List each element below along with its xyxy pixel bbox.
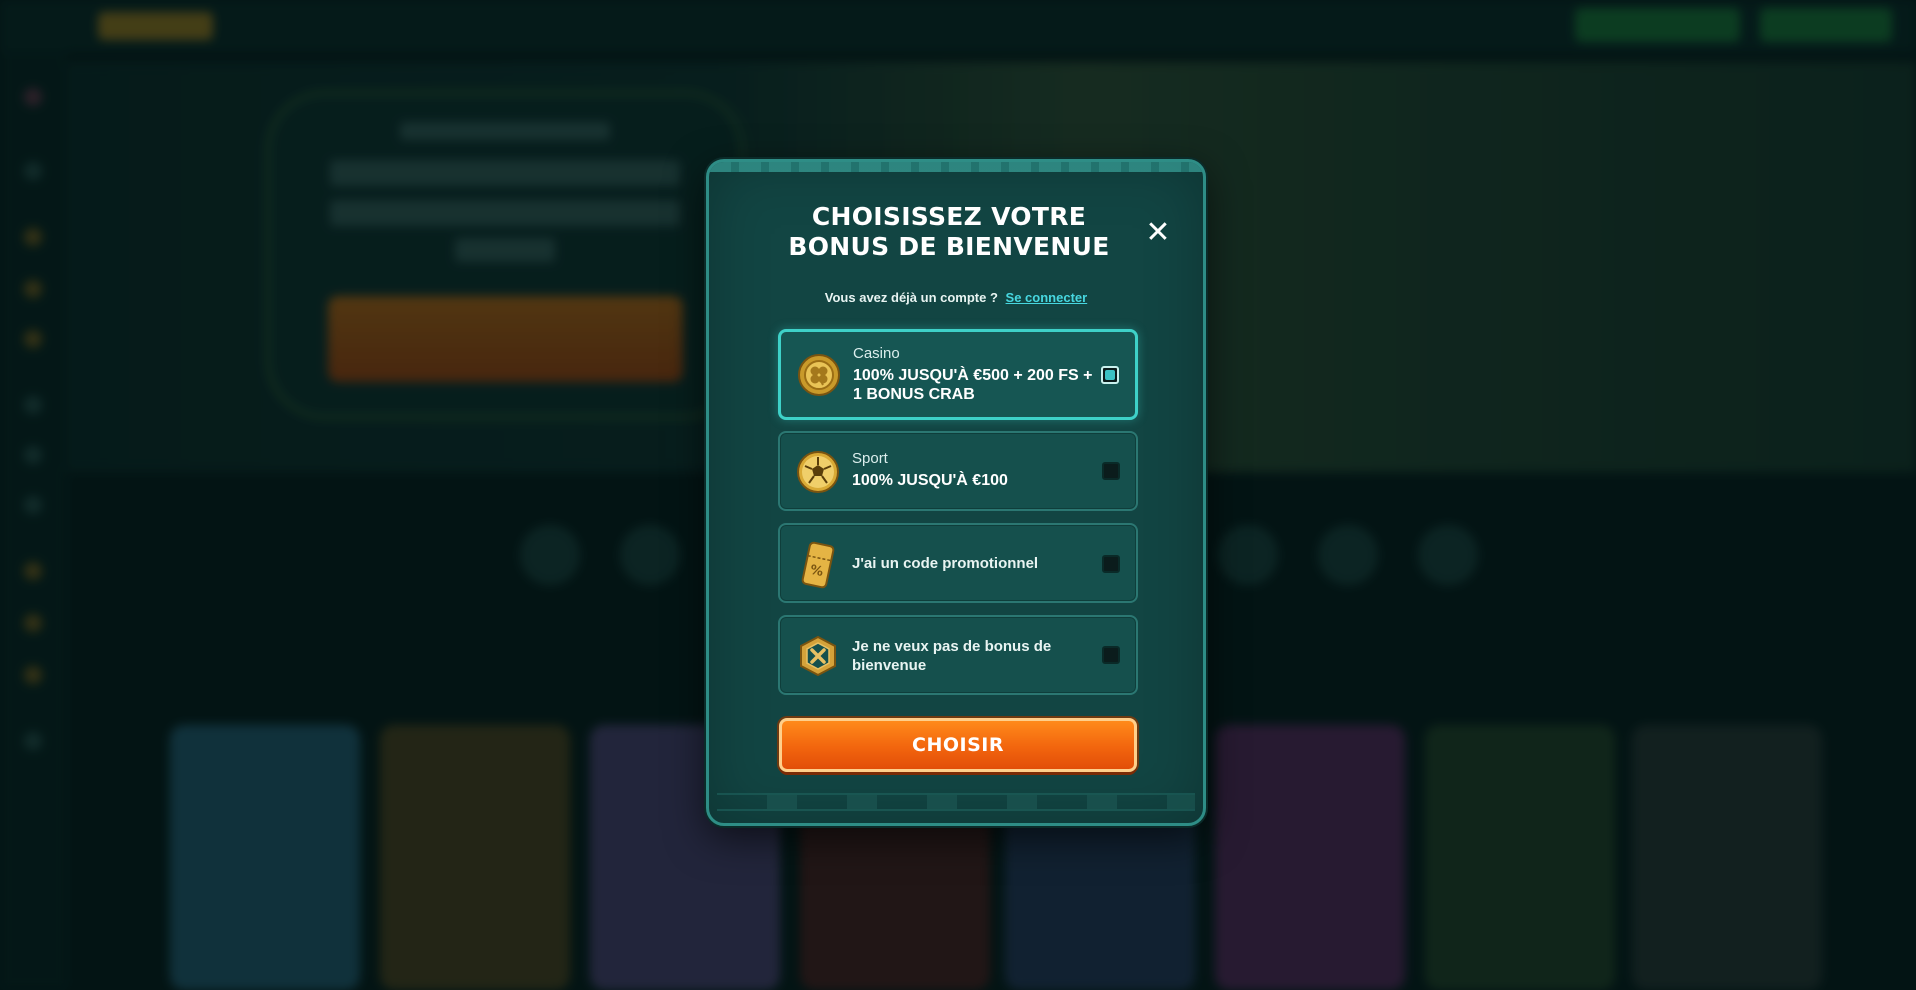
option-value: 100% JUSQU'À €100 — [852, 472, 1008, 489]
bonus-option-no-bonus-text: Je ne veux pas de bonus de bienvenue — [852, 637, 1092, 675]
option-label: J'ai un code promotionnel — [852, 555, 1039, 572]
option-category: Casino — [853, 345, 900, 362]
soccer-ball-icon — [796, 450, 840, 494]
option-checkbox[interactable] — [1101, 366, 1119, 384]
login-link[interactable]: Se connecter — [1006, 290, 1088, 305]
option-checkbox[interactable] — [1102, 646, 1120, 664]
choose-button[interactable]: CHOISIR — [779, 718, 1137, 772]
no-bonus-icon — [796, 634, 840, 678]
account-prompt: Vous avez déjà un compte ? Se connecter — [709, 290, 1203, 305]
bonus-option-casino-text: Casino 100% JUSQU'À €500 + 200 FS + 1 BO… — [853, 345, 1093, 404]
option-checkbox[interactable] — [1102, 462, 1120, 480]
option-category: Sport — [852, 450, 888, 467]
promo-ticket-icon: % — [796, 541, 840, 589]
account-prompt-text: Vous avez déjà un compte ? — [824, 290, 998, 305]
bonus-option-no-bonus[interactable]: Je ne veux pas de bonus de bienvenue — [778, 615, 1138, 695]
option-label: Je ne veux pas de bonus de bienvenue — [852, 638, 1052, 674]
bonus-option-casino[interactable]: Casino 100% JUSQU'À €500 + 200 FS + 1 BO… — [778, 329, 1138, 420]
bonus-option-promo-code[interactable]: % J'ai un code promotionnel — [778, 523, 1138, 603]
bonus-option-sport-text: Sport 100% JUSQU'À €100 — [852, 450, 1092, 490]
option-value: 100% JUSQU'À €500 + 200 FS + 1 BONUS CRA… — [853, 367, 1093, 403]
modal-title: CHOISISSEZ VOTRE BONUS DE BIENVENUE — [788, 202, 1110, 261]
close-icon[interactable]: ✕ — [1143, 218, 1173, 248]
bonus-option-promo-text: J'ai un code promotionnel — [852, 554, 1092, 573]
modal-footer-decoration — [717, 793, 1195, 811]
option-checkbox[interactable] — [1102, 555, 1120, 573]
clover-coin-icon — [797, 353, 841, 397]
bonus-option-sport[interactable]: Sport 100% JUSQU'À €100 — [778, 431, 1138, 511]
welcome-bonus-modal: CHOISISSEZ VOTRE BONUS DE BIENVENUE ✕ Vo… — [706, 159, 1206, 826]
